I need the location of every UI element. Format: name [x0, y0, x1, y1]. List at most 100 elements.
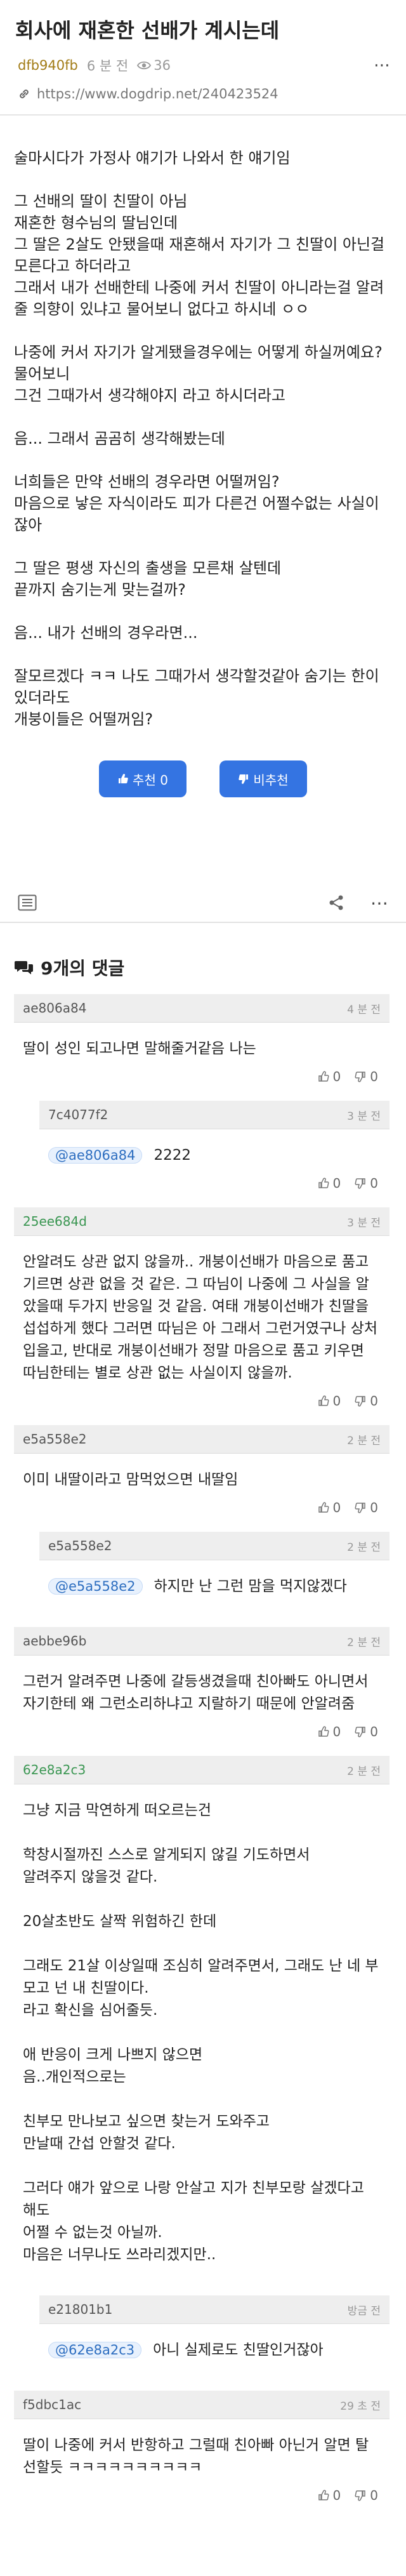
comment-time: 2 분 전 [347, 1541, 381, 1554]
post-body: 술마시다가 가정사 얘기가 나와서 한 얘기임 그 선배의 딸이 친딸이 아님 … [0, 116, 406, 730]
comment-upvote-count: 0 [332, 1069, 341, 1084]
comment-upvote-button[interactable]: 0 [318, 1393, 341, 1409]
comment-header: aebbe96b 2 분 전 [14, 1627, 390, 1656]
thumb-down-icon [238, 773, 249, 785]
comment-author[interactable]: aebbe96b [23, 1633, 86, 1649]
thumb-up-icon [117, 773, 129, 785]
comment-upvote-button[interactable]: 0 [318, 1500, 341, 1515]
comment-downvote-button[interactable]: 0 [355, 2488, 378, 2503]
comment-header: 25ee684d 3 분 전 [14, 1207, 390, 1236]
comment-upvote-count: 0 [332, 1500, 341, 1515]
comment-votes: 00 [14, 1060, 390, 1094]
comment-author[interactable]: ae806a84 [23, 1000, 86, 1016]
comment-body: 안알려도 상관 없지 않을까.. 개붕이선배가 마음으로 품고 기르면 상관 없… [14, 1236, 390, 1384]
thumb-up-icon [318, 1178, 329, 1189]
comment-downvote-count: 0 [370, 1500, 378, 1515]
comment-upvote-button[interactable]: 0 [318, 1724, 341, 1739]
thumb-up-icon [318, 1071, 329, 1082]
comment-downvote-button[interactable]: 0 [355, 1069, 378, 1084]
share-icon[interactable] [327, 894, 345, 912]
comment-mention[interactable]: @e5a558e2 [48, 1578, 143, 1595]
list-icon[interactable] [18, 894, 37, 911]
comment-author[interactable]: 7c4077f2 [48, 1107, 108, 1122]
thumb-down-icon [355, 1502, 366, 1513]
comment-body: 이미 내딸이라고 맘먹었으면 내딸임 [14, 1454, 390, 1491]
comment: aebbe96b 2 분 전그런거 알려주면 나중에 갈등생겼을때 친아빠도 아니… [0, 1627, 406, 1749]
thumb-up-icon [318, 1395, 329, 1407]
comment-upvote-button[interactable]: 0 [318, 1176, 341, 1191]
comment: e5a558e2 2 분 전 이미 내딸이라고 맘먹었으면 내딸임 0 0 [0, 1425, 406, 1525]
comment-author[interactable]: 25ee684d [23, 1214, 87, 1229]
comment-upvote-count: 0 [332, 1724, 341, 1739]
comment-list: ae806a84 4 분 전 딸이 성인 되고나면 말해줄거같음 나는 0 0 7c407… [0, 994, 406, 2513]
upvote-label: 추천 0 [133, 772, 168, 788]
post-meta: dfb940fb 6 분 전 36 ⋯ [0, 44, 406, 75]
comment-body: 그런거 알려주면 나중에 갈등생겼을때 친아빠도 아니면서 자기한테 왜 그런소… [14, 1656, 390, 1715]
comment-header: 7c4077f2 3 분 전 [39, 1101, 390, 1129]
comment-author[interactable]: 62e8a2c3 [23, 1762, 86, 1777]
post-url[interactable]: https://www.dogdrip.net/240423524 [37, 86, 278, 102]
thumb-down-icon [355, 2490, 366, 2501]
comment-text: 하지만 난 그런 맘을 먹지않겠다 [154, 1578, 347, 1595]
comment-mention[interactable]: @62e8a2c3 [48, 2342, 142, 2358]
comment-upvote-button[interactable]: 0 [318, 1069, 341, 1084]
comment-header: 62e8a2c3 2 분 전 [14, 1756, 390, 1784]
comment-body: 딸이 성인 되고나면 말해줄거같음 나는 [14, 1023, 390, 1060]
action-bar-right: ⋯ [327, 893, 388, 913]
comment: f5dbc1ac 29 초 전딸이 나중에 커서 반항하고 그럴때 친아빠 아닌거… [0, 2391, 406, 2513]
comment-spacer [39, 1598, 390, 1621]
downvote-button[interactable]: 비추천 [219, 760, 307, 797]
comment-author[interactable]: f5dbc1ac [23, 2397, 81, 2412]
comment-time: 4 분 전 [347, 1003, 381, 1016]
thumb-down-icon [355, 1395, 366, 1407]
comment-header: e5a558e2 2 분 전 [39, 1532, 390, 1560]
comment-time: 3 분 전 [347, 1110, 381, 1123]
comment-author[interactable]: e5a558e2 [23, 1431, 87, 1447]
comment-time: 29 초 전 [340, 2400, 381, 2413]
comment-upvote-button[interactable]: 0 [318, 2488, 341, 2503]
comment-mention[interactable]: @ae806a84 [48, 1147, 143, 1164]
comment-body: 그냥 지금 막연하게 떠오르는건 학창시절까진 스스로 알게되지 않길 기도하면… [14, 1784, 390, 2266]
reply-comment: 7c4077f2 3 분 전 @ae806a84 2222 0 0 [0, 1101, 406, 1201]
comment-time: 2 분 전 [347, 1636, 381, 1649]
more-dots-icon[interactable]: ⋯ [374, 56, 391, 75]
comment: 62e8a2c3 2 분 전 그냥 지금 막연하게 떠오르는건 학창시절까진 스스로… [0, 1756, 406, 2289]
view-count-value: 36 [154, 58, 171, 73]
comment-author[interactable]: e21801b1 [48, 2302, 112, 2317]
thumb-up-icon [318, 2490, 329, 2501]
comment-votes: 00 [14, 1491, 390, 1525]
comment-text: 이미 내딸이라고 맘먹었으면 내딸임 [23, 1471, 239, 1488]
comment-body: 딸이 나중에 커서 반항하고 그럴때 친아빠 아닌거 알면 탈선할듯 ㅋㅋㅋㅋㅋ… [14, 2419, 390, 2479]
post-time: 6 분 전 [86, 58, 129, 74]
comment-votes: 00 [14, 1384, 390, 1419]
post-author[interactable]: dfb940fb [18, 58, 78, 73]
comment-author[interactable]: e5a558e2 [48, 1538, 112, 1553]
comment-downvote-button[interactable]: 0 [355, 1724, 378, 1739]
comment-downvote-button[interactable]: 0 [355, 1393, 378, 1409]
post-paragraph: 술마시다가 가정사 얘기가 나와서 한 얘기임 [14, 149, 291, 167]
post-paragraph: 나중에 커서 자기가 알게됐을경우에는 어떻게 하실꺼예요? 물어보니 그건 그… [14, 343, 383, 404]
post-paragraph: 그 딸은 평생 자신의 출생을 모른채 살텐데 끝까지 숨기는게 맞는걸까? [14, 559, 282, 599]
reply-comment: e21801b1 방금 전 @62e8a2c3 아니 실제로도 친딸인거잖아 [0, 2295, 406, 2384]
more-dots-icon[interactable]: ⋯ [370, 893, 388, 913]
post-vote-row: 추천 0 비추천 [0, 760, 406, 797]
comment-time: 2 분 전 [347, 1434, 381, 1447]
comment-downvote-button[interactable]: 0 [355, 1176, 378, 1191]
comment-text: 딸이 성인 되고나면 말해줄거같음 나는 [23, 1040, 256, 1057]
comments-header: 9개의 댓글 [0, 923, 406, 994]
post-paragraph: 그 선배의 딸이 친딸이 아님 재혼한 형수님의 딸님인데 그 딸은 2살도 안… [14, 192, 385, 318]
upvote-button[interactable]: 추천 0 [99, 760, 187, 797]
comment-downvote-count: 0 [370, 1176, 378, 1191]
comment-votes: 00 [14, 1715, 390, 1749]
thumb-down-icon [355, 1178, 366, 1189]
comment-spacer [39, 2361, 390, 2384]
comment-text: 안알려도 상관 없지 않을까.. 개붕이선배가 마음으로 품고 기르면 상관 없… [23, 1254, 378, 1381]
comment-spacer [14, 2266, 390, 2289]
comment-downvote-button[interactable]: 0 [355, 1500, 378, 1515]
comment-header: e5a558e2 2 분 전 [14, 1425, 390, 1454]
post-paragraph: 음... 내가 선배의 경우라면... [14, 624, 198, 642]
comment-body: @ae806a84 2222 [39, 1129, 390, 1167]
post-action-bar: ⋯ [0, 884, 406, 923]
downvote-label: 비추천 [253, 772, 289, 788]
comment: 25ee684d 3 분 전안알려도 상관 없지 않을까.. 개붕이선배가 마음으… [0, 1207, 406, 1419]
